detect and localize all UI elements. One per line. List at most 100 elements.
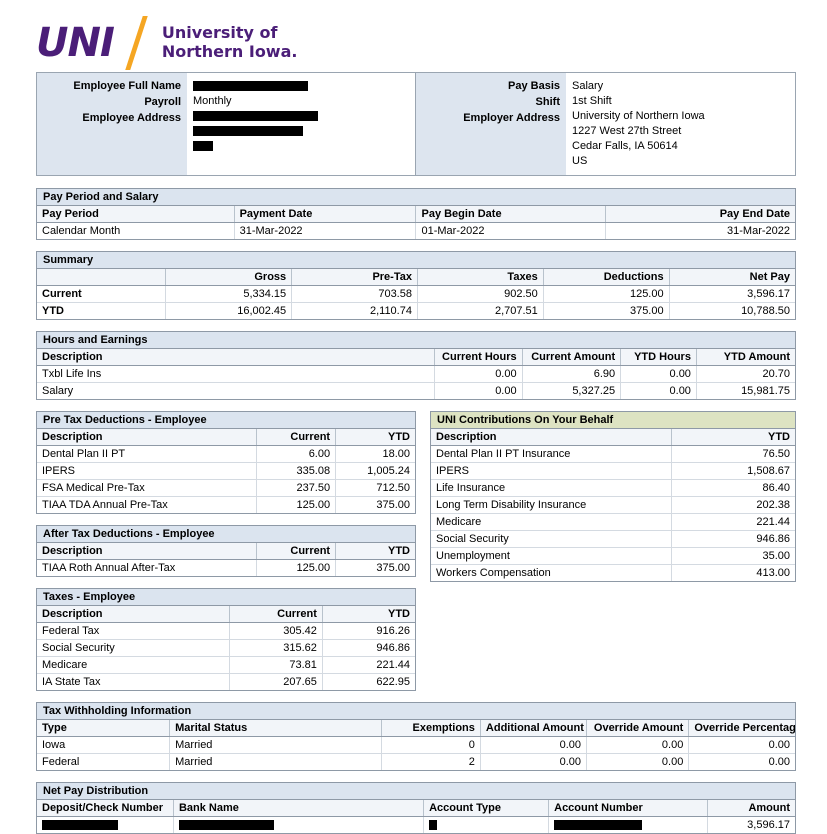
employee-full-name-value	[193, 79, 411, 94]
col-pay-end-date: Pay End Date	[605, 206, 795, 223]
col-ytd: YTD	[335, 543, 415, 560]
col-current: Current	[229, 606, 323, 623]
redaction-bar	[429, 820, 438, 831]
col-net-pay: Net Pay	[669, 269, 795, 286]
employee-address-line2	[193, 124, 411, 139]
label-shift: Shift	[535, 95, 560, 108]
contribution-description: Life Insurance	[431, 479, 672, 497]
deduction-description: Dental Plan II PT	[37, 445, 257, 463]
col-current-hours: Current Hours	[434, 349, 523, 366]
deduction-ytd: 18.00	[335, 445, 415, 463]
col-pay-period: Pay Period	[37, 206, 235, 223]
col-deposit-check-number: Deposit/Check Number	[37, 800, 174, 817]
table-header-row: Description Current YTD	[37, 429, 415, 446]
withholding-marital-status: Married	[169, 753, 383, 770]
table-row: Dental Plan II PT Insurance 76.50	[431, 445, 795, 463]
summary-gross: 5,334.15	[165, 285, 293, 303]
col-pre-tax: Pre-Tax	[291, 269, 418, 286]
contribution-description: Dental Plan II PT Insurance	[431, 445, 672, 463]
summary-taxes: 2,707.51	[417, 302, 544, 319]
summary-gross: 16,002.45	[165, 302, 293, 319]
table-row: Calendar Month 31-Mar-2022 01-Mar-2022 3…	[37, 222, 795, 239]
col-current-amount: Current Amount	[522, 349, 622, 366]
employer-info-block: Pay Basis Shift Employer Address Salary …	[416, 73, 795, 175]
label-employee-address: Employee Address	[82, 111, 181, 124]
contribution-description: Long Term Disability Insurance	[431, 496, 672, 514]
pay-end-date-value: 31-Mar-2022	[727, 225, 790, 237]
pay-begin-date-value: 01-Mar-2022	[415, 222, 606, 239]
tax-withholding-table: Type Marital Status Exemptions Additiona…	[37, 720, 795, 770]
col-summary-blank	[37, 269, 167, 286]
col-account-type: Account Type	[423, 800, 550, 817]
label-employer-address: Employer Address	[463, 111, 560, 124]
earning-description: Salary	[37, 382, 436, 399]
earning-ytd-hours: 0.00	[620, 365, 697, 383]
tax-description: Federal Tax	[37, 622, 231, 640]
col-description: Description	[37, 429, 257, 446]
after-tax-deductions-title: After Tax Deductions - Employee	[37, 526, 415, 543]
earning-current-hours: 0.00	[434, 382, 523, 399]
col-additional-amount: Additional Amount	[480, 720, 588, 737]
withholding-override-percentage: 0.00	[768, 756, 790, 768]
col-current: Current	[256, 543, 337, 560]
tax-current: 73.81	[229, 656, 323, 674]
employer-info-values: Salary 1st Shift University of Northern …	[566, 73, 795, 175]
employer-address-line4: US	[572, 155, 588, 167]
university-name-line2: Northern Iowa.	[161, 42, 298, 61]
withholding-additional-amount: 0.00	[480, 753, 588, 770]
withholding-override-percentage: 0.00	[688, 736, 795, 754]
col-type: Type	[37, 720, 171, 737]
redaction-bar	[554, 820, 643, 831]
tax-description: IA State Tax	[37, 673, 231, 690]
redaction-bar	[42, 820, 118, 831]
after-tax-deductions-section: After Tax Deductions - Employee Descript…	[36, 525, 416, 577]
taxes-employee-table: Description Current YTD Federal Tax 305.…	[37, 606, 415, 690]
deposit-check-number-value	[37, 816, 174, 833]
col-account-number: Account Number	[548, 800, 709, 817]
contribution-ytd: 221.44	[671, 513, 795, 531]
redaction-bar	[193, 81, 308, 92]
table-row: Iowa Married 0 0.00 0.00 0.00	[37, 736, 795, 754]
contribution-ytd: 413.00	[756, 567, 790, 579]
col-ytd: YTD	[335, 429, 415, 446]
contribution-description: IPERS	[431, 462, 672, 480]
deduction-current: 125.00	[256, 559, 337, 576]
tax-withholding-title: Tax Withholding Information	[37, 703, 795, 720]
taxes-employee-title: Taxes - Employee	[37, 589, 415, 606]
table-header-row: Description Current YTD	[37, 606, 415, 623]
summary-row-label: YTD	[37, 302, 167, 319]
summary-pre-tax: 703.58	[291, 285, 418, 303]
payroll-value: Monthly	[193, 95, 232, 107]
label-employee-full-name: Employee Full Name	[73, 80, 181, 92]
contribution-description: Medicare	[431, 513, 672, 531]
col-ytd-hours: YTD Hours	[620, 349, 697, 366]
net-pay-distribution-table: Deposit/Check Number Bank Name Account T…	[37, 800, 795, 833]
earning-current-amount: 5,327.25	[522, 382, 622, 399]
col-taxes: Taxes	[417, 269, 544, 286]
col-ytd-amount: YTD Amount	[696, 349, 795, 366]
table-row: Social Security 315.62 946.86	[37, 639, 415, 657]
table-row: FSA Medical Pre-Tax 237.50 712.50	[37, 479, 415, 497]
table-row: IPERS 1,508.67	[431, 462, 795, 480]
table-row: Long Term Disability Insurance 202.38	[431, 496, 795, 514]
contribution-ytd: 35.00	[671, 547, 795, 565]
contribution-ytd: 86.40	[671, 479, 795, 497]
table-row: Medicare 73.81 221.44	[37, 656, 415, 674]
col-description: Description	[37, 606, 231, 623]
contribution-ytd: 1,508.67	[671, 462, 795, 480]
table-row: Salary 0.00 5,327.25 0.00 15,981.75	[37, 382, 795, 399]
pre-tax-deductions-section: Pre Tax Deductions - Employee Descriptio…	[36, 411, 416, 514]
table-row: IPERS 335.08 1,005.24	[37, 462, 415, 480]
deduction-description: IPERS	[37, 462, 257, 480]
summary-section: Summary Gross Pre-Tax Taxes Deductions N…	[36, 251, 796, 320]
after-tax-deductions-table: Description Current YTD TIAA Roth Annual…	[37, 543, 415, 576]
deduction-ytd: 375.00	[376, 562, 410, 574]
table-row: Dental Plan II PT 6.00 18.00	[37, 445, 415, 463]
col-marital-status: Marital Status	[169, 720, 383, 737]
contribution-description: Unemployment	[431, 547, 672, 565]
col-gross: Gross	[165, 269, 293, 286]
summary-net-pay: 10,788.50	[741, 305, 790, 317]
deduction-description: TIAA Roth Annual After-Tax	[37, 559, 257, 576]
withholding-marital-status: Married	[169, 736, 383, 754]
contribution-description: Social Security	[431, 530, 672, 548]
